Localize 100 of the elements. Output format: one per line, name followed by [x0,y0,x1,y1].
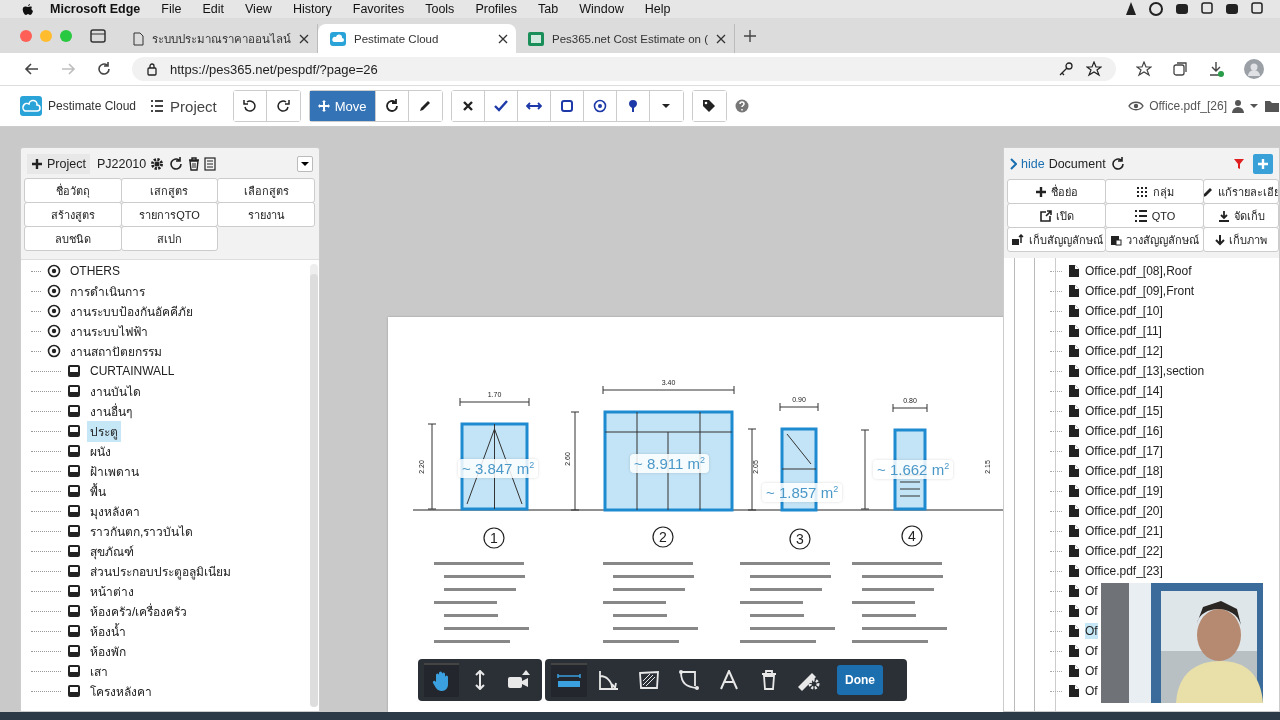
tree-item[interactable]: ห้องน้ำ [87,620,129,642]
document-page-item[interactable]: Office.pdf_[09],Front [1085,283,1195,299]
document-page-item[interactable]: Of [1085,663,1098,679]
tool-button[interactable]: สเปก [120,226,219,251]
tree-item[interactable]: ประตู [87,420,121,442]
done-button[interactable]: Done [837,665,883,695]
tag-button[interactable] [692,91,726,121]
settings-icon[interactable] [150,157,165,171]
document-page-item[interactable]: Office.pdf_[15] [1085,403,1163,419]
undo-button[interactable] [233,91,267,121]
tree-item[interactable]: มุงหลังคา [87,500,143,522]
document-page-item[interactable]: Of [1085,603,1098,619]
tool-button[interactable]: จัดเก็บ [1203,203,1279,228]
key-icon[interactable] [1058,61,1074,77]
cone-icon[interactable] [1124,1,1138,17]
filter-icon[interactable] [1233,158,1245,170]
close-icon[interactable] [299,33,309,44]
move-button[interactable]: Move [309,91,376,121]
tool-button[interactable]: เสกสูตร [120,178,219,203]
box-icon[interactable] [1174,1,1190,17]
document-page-item[interactable]: Office.pdf_[12] [1085,343,1163,359]
menu-item[interactable]: File [161,2,182,16]
tree-item[interactable]: โครงหลังคา [87,680,155,702]
download-icon[interactable] [1208,61,1224,77]
tree-item[interactable]: พื้น [87,480,109,502]
menu-item[interactable]: Edit [202,2,224,16]
list-icon[interactable] [204,157,217,171]
document-page-item[interactable]: Office.pdf_[21] [1085,523,1163,539]
refresh-icon[interactable] [1109,156,1126,172]
tree-item[interactable]: ผนัง [87,440,114,462]
document-page-item[interactable]: Of [1085,683,1098,699]
box-icon[interactable] [1224,1,1240,17]
tree-item[interactable]: งานระบบป้องกันอัคคีภัย [67,300,196,322]
tree-item[interactable]: งานสถาปัตยกรรม [67,340,165,362]
circle-icon[interactable] [1148,1,1164,17]
menu-item[interactable]: Window [579,2,624,16]
tree-item[interactable]: หน้าต่าง [87,580,137,602]
scrollbar[interactable] [310,264,318,707]
tool-button[interactable]: QTO [1105,203,1204,228]
tool-button[interactable]: สร้างสูตร [24,202,122,227]
tool-button[interactable]: เก็บสัญญลักษณ์ [1007,227,1106,252]
document-page-item[interactable]: Of [1085,623,1098,639]
new-tab-icon[interactable] [742,28,757,43]
document-page-item[interactable]: Office.pdf_[22] [1085,543,1163,559]
tree-item[interactable]: งานระบบไฟฟ้า [67,320,151,342]
add-project-button[interactable]: Project [27,154,90,174]
avatar-icon[interactable] [1244,59,1264,79]
tree-item[interactable]: OTHERS [67,263,123,279]
document-page-item[interactable]: Office.pdf_[19] [1085,483,1163,499]
reload-icon[interactable] [96,61,112,77]
document-page-item[interactable]: Of [1085,583,1098,599]
folder-icon[interactable] [1264,99,1280,113]
document-page-item[interactable]: Office.pdf_[16] [1085,423,1163,439]
tree-item[interactable]: สุขภัณฑ์ [87,540,137,562]
document-page-item[interactable]: Office.pdf_[23] [1085,563,1163,579]
apple-icon[interactable] [20,1,34,17]
chevron-icon[interactable] [1009,158,1017,170]
tree-item[interactable]: CURTAINWALL [87,363,178,379]
document-page-item[interactable]: Office.pdf_[10] [1085,303,1163,319]
add-button[interactable] [1253,154,1273,174]
user-icon[interactable] [1232,99,1244,113]
document-page-item[interactable]: Office.pdf_[11] [1085,323,1162,339]
close-icon[interactable] [498,33,508,44]
hide-link[interactable]: hide [1021,157,1045,171]
tree-item[interactable]: งานบันได [87,380,144,402]
pan-button[interactable] [424,663,459,697]
address-field[interactable]: https://pes365.net/pespdf/?page=26 [132,57,1116,81]
caret-icon[interactable] [1249,103,1259,109]
tree-item[interactable]: งานอื่นๆ [87,400,135,422]
favorite-add-icon[interactable] [1086,61,1102,77]
document-page-item[interactable]: Of [1085,643,1098,659]
menu-item[interactable]: Favorites [352,2,405,16]
menu-item[interactable]: Help [644,2,671,16]
favorites-icon[interactable] [1136,61,1152,77]
document-page-item[interactable]: Office.pdf_[17] [1085,443,1163,459]
tool-button[interactable]: ชื่อย่อ [1007,179,1106,204]
delete-button[interactable] [451,91,485,121]
sidebar-icon[interactable] [90,28,106,43]
tool-button[interactable]: ลบชนิด [24,226,122,251]
tree-item[interactable]: ฝ้าเพดาน [87,460,142,482]
menu-item[interactable]: Profiles [475,2,518,16]
document-page-item[interactable]: Office.pdf_[14] [1085,383,1163,399]
browser-tab[interactable]: Pestimate Cloud [318,24,516,53]
tree-item[interactable]: ห้องพัก [87,640,129,662]
menu-item[interactable]: History [292,2,332,16]
collections-icon[interactable] [1172,61,1188,77]
tool-button[interactable]: รายการQTO [120,202,219,227]
trash-icon[interactable] [188,157,201,171]
close-icon[interactable] [715,33,726,44]
tool-button[interactable]: เลือกสูตร [217,178,315,203]
document-page-item[interactable]: Office.pdf_[20] [1085,503,1163,519]
dropdown-button[interactable] [297,156,313,172]
tree-item[interactable]: การดำเนินการ [67,280,148,302]
document-page-item[interactable]: Office.pdf_[13],section [1085,363,1205,379]
menu-item[interactable]: Tools [425,2,455,16]
menu-item[interactable]: Tab [538,2,559,16]
document-page-item[interactable]: Office.pdf_[18] [1085,463,1163,479]
back-icon[interactable] [24,61,40,77]
tree-item[interactable]: ราวกันตก,ราวบันได [87,520,197,542]
project-menu[interactable]: Project [170,97,217,115]
